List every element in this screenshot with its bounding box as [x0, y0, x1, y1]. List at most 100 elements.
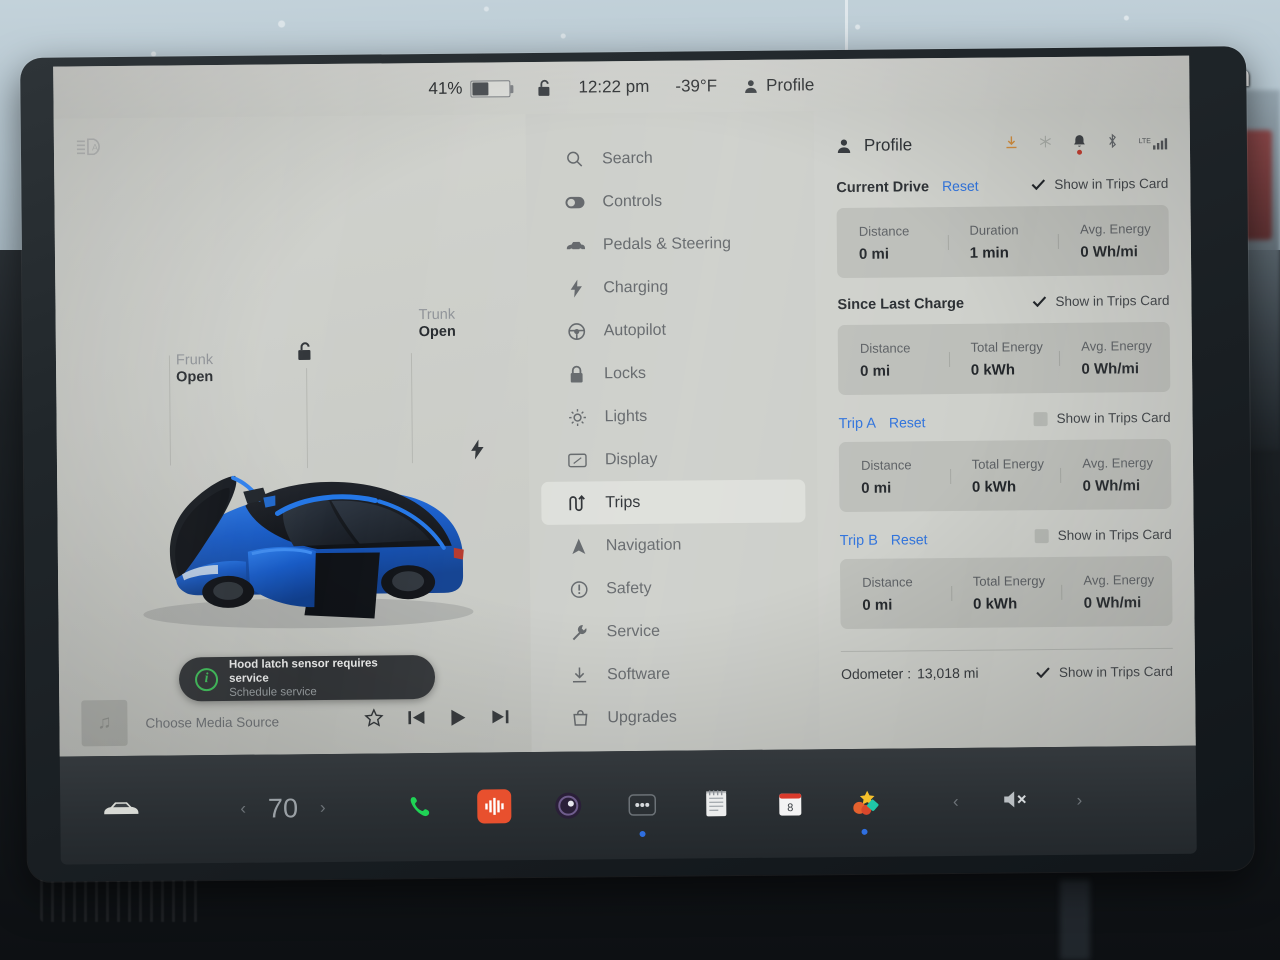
- bottom-taskbar[interactable]: ‹ 70 › 8 ‹ ›: [59, 745, 1197, 865]
- stat-cell: Distance 0 mi: [840, 573, 951, 613]
- lock-status-icon[interactable]: [536, 78, 552, 97]
- show-in-trips-card-toggle[interactable]: Show in Trips Card: [1033, 410, 1171, 426]
- sidebar-item-display[interactable]: Display: [541, 436, 805, 482]
- safety-icon: [568, 580, 589, 598]
- media-artwork-placeholder[interactable]: ♫: [81, 699, 128, 747]
- stat-value: 0 Wh/mi: [1080, 242, 1138, 261]
- climate-temperature-control[interactable]: ‹ 70 ›: [240, 793, 326, 825]
- sidebar-item-controls[interactable]: Controls: [538, 178, 802, 224]
- previous-track-icon[interactable]: [407, 709, 425, 731]
- sidebar-item-search[interactable]: Search: [538, 135, 802, 181]
- stat-key: Total Energy: [970, 338, 1043, 355]
- battery-percent-label: 41%: [428, 78, 463, 98]
- calendar-day-label: 8: [787, 802, 793, 814]
- reset-button[interactable]: Reset: [942, 178, 979, 194]
- sidebar-item-pedals-steering[interactable]: Pedals & Steering: [539, 221, 803, 267]
- section-current-drive: Current Drive Reset Show in Trips Card D…: [836, 176, 1170, 279]
- sidebar-item-trips[interactable]: Trips: [541, 479, 806, 525]
- more-apps-icon[interactable]: [625, 788, 659, 837]
- snowflake-icon[interactable]: [1039, 135, 1052, 153]
- reset-button[interactable]: Reset: [889, 414, 926, 430]
- camera-app-icon[interactable]: [551, 789, 585, 823]
- tesla-touchscreen[interactable]: 41% 12:22 pm -39°F Profile A Frunk Open …: [53, 55, 1196, 757]
- show-in-trips-card-toggle[interactable]: Show in Trips Card: [1031, 176, 1168, 192]
- stat-key: Duration: [969, 221, 1019, 238]
- temp-increase-button[interactable]: ›: [320, 798, 326, 818]
- auto-headlight-icon[interactable]: A: [76, 138, 106, 160]
- app-active-dot: [861, 828, 868, 835]
- sidebar-item-upgrades[interactable]: Upgrades: [543, 694, 807, 740]
- section-title: Current Drive: [836, 179, 930, 197]
- section-title[interactable]: Trip B: [840, 532, 878, 548]
- sidebar-item-label: Locks: [604, 364, 647, 382]
- volume-muted-icon[interactable]: [1002, 788, 1032, 815]
- profile-button[interactable]: Profile: [743, 75, 814, 96]
- toybox-app-icon[interactable]: [847, 786, 881, 835]
- audio-app-icon[interactable]: [476, 789, 512, 824]
- volume-increase-button[interactable]: ›: [1076, 791, 1082, 811]
- person-icon: [837, 139, 851, 154]
- trips-content-pane[interactable]: Profile LTE Current Drive Reset Show in …: [813, 107, 1196, 750]
- trunk-state: Open: [418, 323, 456, 341]
- odometer-row: Odometer : 13,018 mi Show in Trips Card: [840, 647, 1174, 683]
- sidebar-item-lights[interactable]: Lights: [540, 393, 804, 439]
- section-title: Since Last Charge: [837, 295, 965, 314]
- battery-indicator[interactable]: 41%: [428, 78, 511, 99]
- vehicle-visualization-pane[interactable]: A Frunk Open Trunk Open i Hood latch sen…: [53, 114, 532, 757]
- sidebar-item-label: Upgrades: [607, 708, 677, 726]
- sidebar-item-charging[interactable]: Charging: [539, 264, 803, 310]
- steering-wheel-icon: [566, 322, 587, 340]
- app-launcher-row[interactable]: 8: [403, 786, 881, 837]
- stat-key: Total Energy: [971, 455, 1045, 472]
- sidebar-item-service[interactable]: Service: [542, 608, 806, 654]
- car-icon[interactable]: [102, 797, 140, 822]
- media-player-bar[interactable]: ♫ Choose Media Source: [59, 686, 532, 757]
- temp-value: 70: [267, 792, 299, 824]
- download-icon[interactable]: [1005, 135, 1018, 154]
- stat-key: Avg. Energy: [1081, 337, 1152, 354]
- sidebar-item-label: Autopilot: [603, 321, 667, 339]
- show-in-trips-card-toggle[interactable]: Show in Trips Card: [1036, 663, 1173, 679]
- show-in-trips-card-toggle[interactable]: Show in Trips Card: [1032, 292, 1170, 309]
- show-in-trips-card-label: Show in Trips Card: [1055, 292, 1170, 309]
- sidebar-item-label: Display: [604, 450, 658, 468]
- stats-card: Distance 0 mi Total Energy 0 kWh Avg. Ener…: [839, 555, 1173, 630]
- stats-card: Distance 0 mi Total Energy 0 kWh Avg. Ener…: [838, 438, 1172, 513]
- sidebar-item-label: Trips: [605, 493, 641, 511]
- sidebar-item-autopilot[interactable]: Autopilot: [540, 307, 804, 353]
- notes-app-icon[interactable]: [699, 787, 733, 821]
- star-icon[interactable]: [364, 708, 384, 732]
- sidebar-item-locks[interactable]: Locks: [540, 350, 804, 396]
- person-icon: [744, 79, 757, 93]
- calendar-app-icon[interactable]: 8: [773, 786, 807, 820]
- settings-menu[interactable]: Search Controls Pedals & Steering Chargi…: [525, 111, 820, 753]
- sidebar-item-software[interactable]: Software: [543, 651, 807, 697]
- lock-icon: [566, 365, 587, 383]
- next-track-icon[interactable]: [491, 708, 509, 730]
- stat-value: 0 kWh: [971, 477, 1017, 496]
- temp-decrease-button[interactable]: ‹: [240, 799, 246, 819]
- frunk-status: Frunk Open: [176, 352, 213, 386]
- stat-key: Distance: [862, 573, 913, 590]
- phone-app-icon[interactable]: [403, 790, 437, 824]
- reset-button[interactable]: Reset: [891, 531, 928, 547]
- sidebar-item-safety[interactable]: Safety: [542, 565, 806, 611]
- sidebar-item-label: Navigation: [605, 536, 682, 554]
- show-in-trips-card-toggle[interactable]: Show in Trips Card: [1034, 527, 1172, 543]
- media-source-label[interactable]: Choose Media Source: [145, 713, 346, 730]
- section-title[interactable]: Trip A: [839, 415, 876, 431]
- vehicle-unlock-icon[interactable]: [296, 341, 314, 367]
- stat-cell: Avg. Energy 0 Wh/mi: [1061, 571, 1172, 612]
- frunk-state: Open: [176, 369, 214, 386]
- play-icon[interactable]: [449, 708, 467, 731]
- section-trip-a: Trip A Reset Show in Trips Card Distance…: [838, 410, 1172, 513]
- sidebar-item-navigation[interactable]: Navigation: [542, 522, 806, 568]
- bluetooth-icon[interactable]: [1107, 133, 1118, 153]
- wrench-icon: [569, 623, 590, 641]
- show-in-trips-card-label: Show in Trips Card: [1054, 175, 1169, 192]
- unlock-icon: [538, 79, 550, 96]
- profile-label: Profile: [766, 75, 815, 95]
- volume-control[interactable]: ‹ ›: [881, 787, 1155, 817]
- bell-icon[interactable]: [1073, 134, 1086, 155]
- volume-decrease-button[interactable]: ‹: [953, 792, 959, 812]
